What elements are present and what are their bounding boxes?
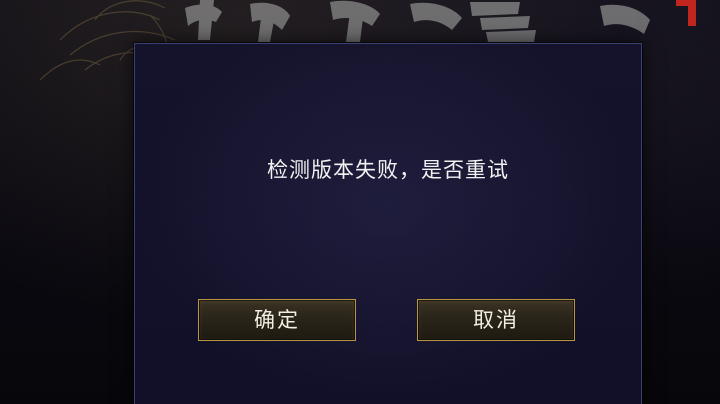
logo-red-stroke xyxy=(688,0,696,26)
cancel-button[interactable]: 取消 xyxy=(417,299,575,341)
confirm-button[interactable]: 确定 xyxy=(198,299,356,341)
logo-brush-strokes xyxy=(185,0,650,42)
retry-dialog: 检测版本失败，是否重试 确定 取消 xyxy=(134,43,642,404)
dialog-message: 检测版本失败，是否重试 xyxy=(267,158,509,182)
game-screen: 检测版本失败，是否重试 确定 取消 xyxy=(0,0,720,404)
